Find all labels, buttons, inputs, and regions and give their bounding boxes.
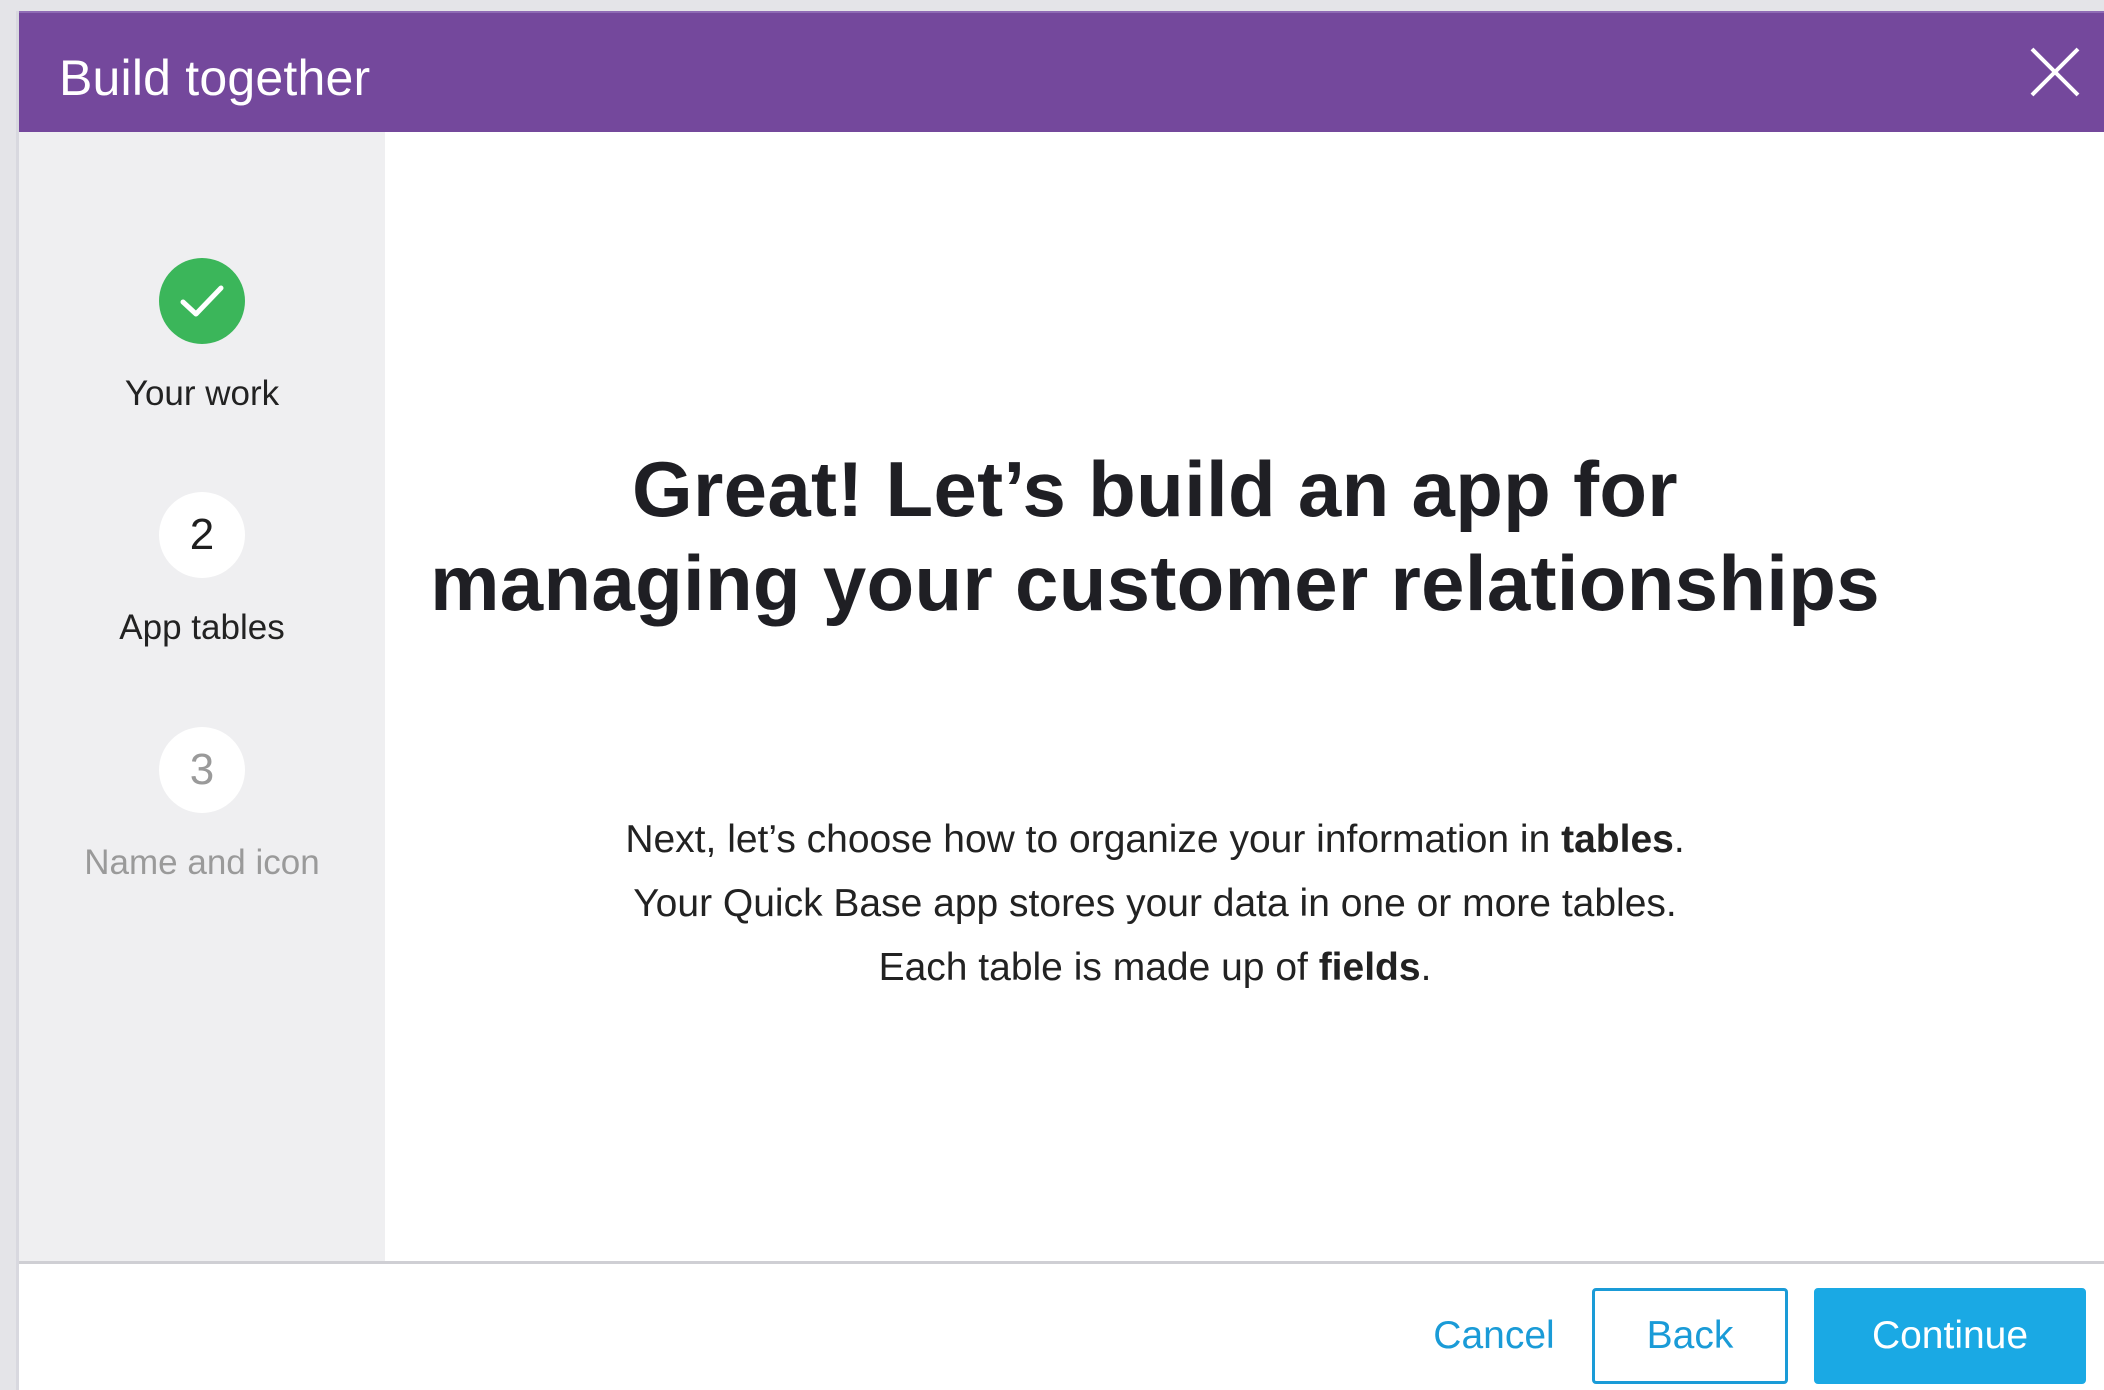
dialog-footer: Cancel Back Continue (19, 1261, 2104, 1390)
step-label: Your work (124, 374, 280, 413)
close-icon (2030, 47, 2080, 97)
back-button[interactable]: Back (1592, 1288, 1788, 1384)
headline-line: Great! Let’s build an app for (632, 445, 1678, 533)
keyword-fields: fields (1318, 946, 1421, 989)
close-button[interactable] (2018, 35, 2094, 111)
text-span: Next, let’s choose how to organize your … (625, 818, 1562, 861)
keyword-tables: tables (1561, 818, 1674, 861)
intro-line-3: Each table is made up of fields. (385, 936, 1925, 1000)
step-name-and-icon: 3 Name and icon (19, 727, 385, 883)
build-together-dialog: Build together Your work 2 App tables 3 … (16, 11, 2104, 1390)
intro-text: Next, let’s choose how to organize your … (385, 808, 1925, 1000)
step-your-work[interactable]: Your work (19, 258, 385, 414)
intro-line-2: Your Quick Base app stores your data in … (633, 882, 1677, 925)
text-span: . (1420, 946, 1432, 989)
step-number-badge: 2 (159, 492, 245, 578)
dialog-title: Build together (59, 50, 371, 106)
text-span: . (1673, 818, 1685, 861)
cancel-button[interactable]: Cancel (1399, 1288, 1589, 1384)
steps-sidebar: Your work 2 App tables 3 Name and icon (19, 132, 385, 1261)
step-complete-badge (159, 258, 245, 344)
step-label: Name and icon (84, 843, 320, 882)
checkmark-icon (180, 285, 224, 317)
headline-line: managing your customer relationships (430, 539, 1880, 627)
step-app-tables[interactable]: 2 App tables (19, 492, 385, 648)
text-span: Each table is made up of (878, 946, 1319, 989)
dialog-header: Build together (19, 11, 2104, 132)
main-content: Great! Let’s build an app for managing y… (385, 132, 2104, 1261)
continue-button[interactable]: Continue (1814, 1288, 2086, 1384)
intro-line-1: Next, let’s choose how to organize your … (385, 808, 1925, 872)
step-number-badge: 3 (159, 727, 245, 813)
step-label: App tables (119, 608, 285, 647)
headline: Great! Let’s build an app for managing y… (385, 442, 1925, 630)
